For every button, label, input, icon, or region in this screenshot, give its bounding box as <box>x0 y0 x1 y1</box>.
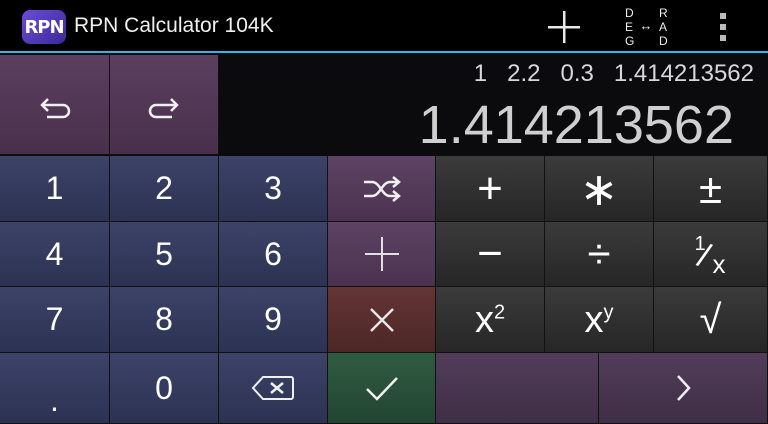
clear-icon <box>369 307 394 332</box>
subtract-operator-button[interactable]: − <box>436 222 545 287</box>
digit-7-button[interactable]: 7 <box>0 287 110 353</box>
digit-label: 4 <box>45 235 64 272</box>
digit-9-button[interactable]: 9 <box>219 287 328 353</box>
redo-button[interactable] <box>110 55 219 155</box>
enter-icon <box>364 237 399 271</box>
clear-button[interactable] <box>328 287 436 353</box>
reciprocal-label: 1 / x <box>692 233 726 279</box>
square-base: x <box>474 298 494 341</box>
rad-letter: D <box>659 34 668 48</box>
stack-display: 1 2.2 0.3 1.414213562 <box>473 60 754 87</box>
backspace-icon <box>251 376 294 400</box>
undo-icon <box>39 97 70 118</box>
digit-label: 6 <box>264 235 282 272</box>
chevron-right-icon <box>677 375 691 401</box>
digit-label: 2 <box>155 170 173 206</box>
deg-letter: G <box>625 34 635 48</box>
action-bar-divider <box>0 51 768 53</box>
square-button[interactable]: x2 <box>436 287 545 353</box>
enter-button[interactable] <box>328 222 436 287</box>
digit-label: 8 <box>155 301 173 337</box>
divide-operator-button[interactable]: ÷ <box>545 222 654 287</box>
swap-icon <box>363 175 401 202</box>
app-logo: RPN <box>22 10 66 44</box>
digit-5-button[interactable]: 5 <box>110 222 219 287</box>
digit-label: 9 <box>264 301 282 337</box>
digit-8-button[interactable]: 8 <box>110 287 219 353</box>
sqrt-button[interactable]: √ <box>654 287 768 353</box>
power-exponent: y <box>603 300 614 323</box>
digit-label: 5 <box>155 235 173 272</box>
reciprocal-button[interactable]: 1 / x <box>654 222 768 287</box>
swap-button[interactable] <box>328 156 436 222</box>
reciprocal-denominator: x <box>712 249 726 279</box>
app-title: RPN Calculator 104K <box>74 14 274 37</box>
digit-0-button[interactable]: 0 <box>110 353 219 424</box>
negate-button[interactable]: ± <box>654 156 768 222</box>
rad-letters: R A D <box>659 6 668 48</box>
operator-label: + <box>477 163 503 213</box>
power-base: x <box>584 298 604 341</box>
operator-label: ÷ <box>587 230 611 277</box>
swap-arrow-icon: ↔ <box>639 18 653 33</box>
calculator-app: RPN RPN Calculator 104K D E G ↔ R A D 1 … <box>0 0 768 424</box>
operator-label: ± <box>698 164 723 212</box>
action-bar: RPN RPN Calculator 104K D E G ↔ R A D <box>0 0 768 53</box>
backspace-button[interactable] <box>219 353 328 424</box>
power-label: xy <box>585 301 614 339</box>
add-icon <box>548 11 580 43</box>
power-button[interactable]: xy <box>545 287 654 353</box>
check-icon <box>365 377 398 401</box>
redo-icon <box>148 97 179 118</box>
blank-key[interactable] <box>436 353 599 424</box>
digit-label: 1 <box>45 170 64 206</box>
digit-label: 0 <box>155 369 173 406</box>
next-page-button[interactable] <box>599 353 768 424</box>
undo-button[interactable] <box>0 55 110 155</box>
digit-label: 3 <box>264 170 282 206</box>
deg-rad-toggle[interactable]: D E G ↔ R A D <box>612 4 674 50</box>
overflow-menu-button[interactable] <box>708 4 738 50</box>
multiply-operator-button[interactable]: ∗ <box>545 156 654 222</box>
digit-3-button[interactable]: 3 <box>219 156 328 222</box>
operator-label: √ <box>699 297 722 342</box>
operator-label: ∗ <box>579 162 619 215</box>
square-exponent: 2 <box>493 300 506 323</box>
digit-label: . <box>50 381 59 418</box>
overflow-menu-icon <box>720 13 726 41</box>
digit-1-button[interactable]: 1 <box>0 156 110 222</box>
add-button[interactable] <box>540 4 588 50</box>
operator-label: − <box>477 229 503 278</box>
decimal-point-button[interactable]: . <box>0 353 110 424</box>
square-label: x2 <box>475 301 505 339</box>
rad-letter: A <box>659 20 668 34</box>
digit-6-button[interactable]: 6 <box>219 222 328 287</box>
digit-2-button[interactable]: 2 <box>110 156 219 222</box>
rad-letter: R <box>659 6 668 20</box>
main-value-display: 1.414213562 <box>418 95 734 155</box>
digit-label: 7 <box>45 301 64 337</box>
deg-rad-label: D E G ↔ R A D <box>615 4 671 50</box>
add-operator-button[interactable]: + <box>436 156 545 222</box>
digit-4-button[interactable]: 4 <box>0 222 110 287</box>
confirm-button[interactable] <box>328 353 436 424</box>
